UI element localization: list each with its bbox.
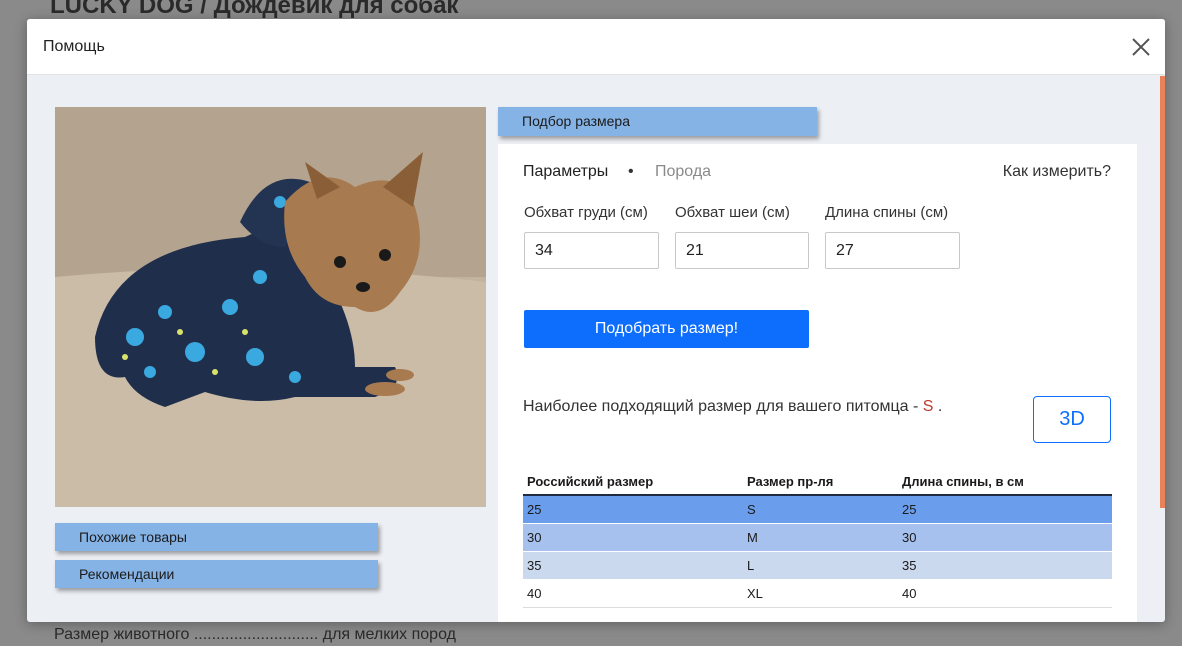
result-size: S: [922, 398, 934, 415]
background-size-text: Размер животного .......................…: [54, 626, 456, 643]
recommendations-button[interactable]: Рекомендации: [55, 560, 378, 588]
table-cell: 40: [898, 579, 1112, 608]
table-cell: M: [743, 523, 898, 552]
back-length-input[interactable]: [825, 232, 960, 269]
tab-separator: •: [628, 163, 634, 180]
table-header-row: Российский размер Размер пр-ля Длина спи…: [523, 469, 1112, 496]
back-length-label: Длина спины (см): [825, 204, 949, 221]
table-cell: 30: [898, 523, 1112, 552]
table-cell: 25: [523, 495, 743, 524]
pick-size-button[interactable]: Подобрать размер!: [524, 310, 809, 348]
table-cell: XL: [743, 579, 898, 608]
table-cell: 25: [898, 495, 1112, 524]
view-3d-button[interactable]: 3D: [1033, 396, 1111, 443]
result-text: Наиболее подходящий размер для вашего пи…: [523, 398, 942, 416]
chest-input[interactable]: [524, 232, 659, 269]
help-modal: Помощь Похожие товары Рекомендации Подбо…: [27, 19, 1165, 622]
modal-header: Помощь: [27, 19, 1165, 75]
table-row: 30 M 30: [523, 523, 1112, 552]
table-cell: 40: [523, 579, 743, 608]
neck-input[interactable]: [675, 232, 809, 269]
table-row: 40 XL 40: [523, 579, 1112, 608]
product-photo: [55, 107, 486, 507]
scrollbar-thumb[interactable]: [1160, 76, 1165, 508]
tab-parameters[interactable]: Параметры: [523, 163, 608, 181]
table-cell: 35: [898, 551, 1112, 580]
table-cell: 30: [523, 523, 743, 552]
size-table: Российский размер Размер пр-ля Длина спи…: [523, 469, 1112, 608]
table-cell: L: [743, 551, 898, 580]
modal-title: Помощь: [43, 38, 105, 55]
table-cell: 35: [523, 551, 743, 580]
tab-breed[interactable]: Порода: [655, 163, 711, 181]
neck-label: Обхват шеи (см): [675, 204, 790, 221]
close-button[interactable]: [1129, 35, 1153, 59]
header-maker-size: Размер пр-ля: [743, 469, 898, 496]
header-ru-size: Российский размер: [523, 469, 743, 496]
table-cell: S: [743, 495, 898, 524]
size-picker-tab[interactable]: Подбор размера: [498, 107, 817, 136]
similar-products-button[interactable]: Похожие товары: [55, 523, 378, 551]
header-back-length: Длина спины, в см: [898, 469, 1112, 496]
how-to-measure-link[interactable]: Как измерить?: [1003, 163, 1111, 181]
result-suffix: .: [937, 398, 943, 415]
table-row: 25 S 25: [523, 495, 1112, 524]
result-prefix: Наиболее подходящий размер для вашего пи…: [523, 398, 919, 415]
background-product-title: LUCKY DOG / Дождевик для собак: [50, 0, 459, 19]
table-row: 35 L 35: [523, 551, 1112, 580]
chest-label: Обхват груди (см): [524, 204, 648, 221]
close-icon: [1132, 38, 1150, 56]
size-picker-panel: Параметры • Порода Как измерить? Обхват …: [498, 144, 1137, 622]
